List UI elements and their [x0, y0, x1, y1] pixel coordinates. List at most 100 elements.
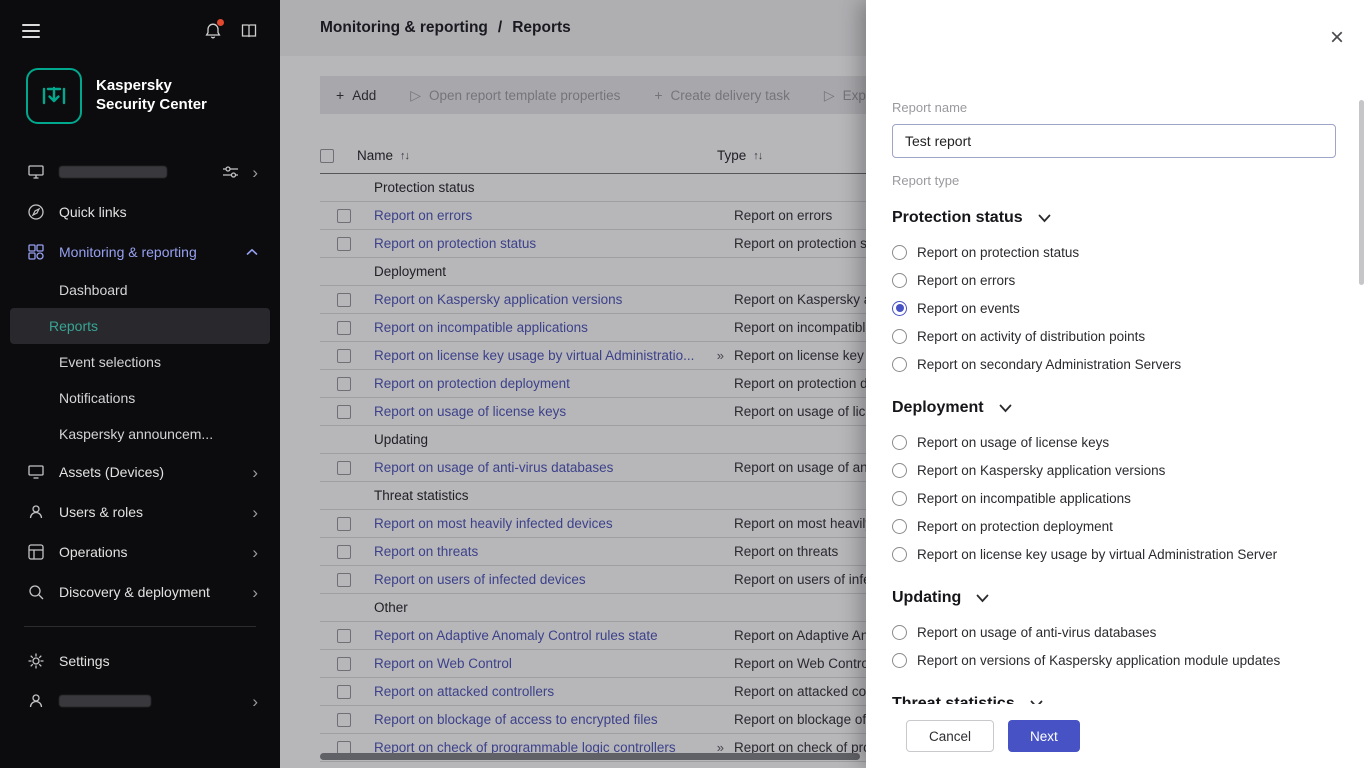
- kaspersky-logo-icon: [26, 68, 82, 124]
- option-label: Report on usage of license keys: [917, 435, 1109, 450]
- sidebar-item-label: Users & roles: [59, 504, 143, 520]
- sidebar-item-quick-links[interactable]: Quick links: [0, 192, 280, 232]
- sliders-icon[interactable]: [220, 164, 240, 180]
- sidebar-item-label: Quick links: [59, 204, 127, 220]
- app-logo: Kaspersky Security Center: [0, 42, 280, 134]
- notifications-bell-icon[interactable]: [204, 22, 222, 40]
- report-type-option[interactable]: Report on protection status: [892, 238, 1336, 266]
- radio-button[interactable]: [892, 491, 907, 506]
- radio-button[interactable]: [892, 653, 907, 668]
- report-type-option[interactable]: Report on incompatible applications: [892, 484, 1336, 512]
- radio-button[interactable]: [892, 273, 907, 288]
- notification-dot: [217, 19, 224, 26]
- monitoring-submenu: Dashboard Reports Event selections Notif…: [0, 272, 280, 452]
- sidebar-item-settings[interactable]: Settings: [0, 641, 280, 681]
- radio-button[interactable]: [892, 245, 907, 260]
- option-label: Report on secondary Administration Serve…: [917, 357, 1181, 372]
- report-type-section-header[interactable]: Updating: [892, 589, 1336, 607]
- report-type-option[interactable]: Report on usage of anti-virus databases: [892, 618, 1336, 646]
- logo-title: Kaspersky: [96, 77, 207, 96]
- report-type-option[interactable]: Report on activity of distribution point…: [892, 322, 1336, 350]
- option-label: Report on incompatible applications: [917, 491, 1131, 506]
- sidebar-item-dashboard[interactable]: Dashboard: [10, 272, 270, 308]
- gear-icon: [26, 652, 46, 670]
- report-type-option[interactable]: Report on license key usage by virtual A…: [892, 540, 1336, 568]
- monitoring-reporting-icon: [26, 243, 46, 261]
- users-icon: [26, 503, 46, 521]
- next-button[interactable]: Next: [1008, 720, 1080, 752]
- section-title: Threat statistics: [892, 695, 1015, 704]
- sidebar-divider: [24, 626, 256, 627]
- sidebar-item-kaspersky-announcements[interactable]: Kaspersky announcem...: [10, 416, 270, 452]
- sidebar-item-event-selections[interactable]: Event selections: [10, 344, 270, 380]
- user-icon: [26, 692, 46, 710]
- chevron-right-icon: ›: [252, 464, 258, 481]
- option-label: Report on events: [917, 301, 1020, 316]
- sidebar-item-label: Assets (Devices): [59, 464, 164, 480]
- option-label: Report on versions of Kaspersky applicat…: [917, 653, 1280, 668]
- radio-button[interactable]: [892, 625, 907, 640]
- sidebar-item-monitoring-reporting[interactable]: Monitoring & reporting: [0, 232, 280, 272]
- report-type-option[interactable]: Report on secondary Administration Serve…: [892, 350, 1336, 378]
- report-type-label: Report type: [892, 173, 1336, 188]
- radio-button[interactable]: [892, 463, 907, 478]
- chevron-right-icon: ›: [252, 544, 258, 561]
- chevron-down-icon: [1038, 214, 1051, 223]
- new-report-panel: × Report name Report type Protection sta…: [866, 0, 1366, 768]
- option-label: Report on activity of distribution point…: [917, 329, 1145, 344]
- sidebar: Kaspersky Security Center ›: [0, 0, 280, 768]
- sidebar-item-label: Discovery & deployment: [59, 584, 210, 600]
- sidebar-item-discovery-deployment[interactable]: Discovery & deployment ›: [0, 572, 280, 612]
- option-label: Report on license key usage by virtual A…: [917, 547, 1277, 562]
- sidebar-item-reports[interactable]: Reports: [10, 308, 270, 344]
- section-title: Deployment: [892, 399, 984, 417]
- report-type-option[interactable]: Report on usage of license keys: [892, 428, 1336, 456]
- option-label: Report on Kaspersky application versions: [917, 463, 1165, 478]
- panel-scrollbar[interactable]: [1359, 100, 1364, 285]
- redacted-user-name: [59, 695, 151, 707]
- close-icon[interactable]: ×: [1330, 26, 1344, 50]
- report-type-option[interactable]: Report on errors: [892, 266, 1336, 294]
- report-type-option[interactable]: Report on protection deployment: [892, 512, 1336, 540]
- panel-footer: Cancel Next: [866, 704, 1366, 768]
- chevron-right-icon: ›: [252, 504, 258, 521]
- devices-icon: [26, 463, 46, 481]
- report-name-input[interactable]: [892, 124, 1336, 158]
- sidebar-item-label: Settings: [59, 653, 110, 669]
- quick-links-icon: [26, 203, 46, 221]
- chevron-right-icon: ›: [252, 693, 258, 710]
- report-type-section-header[interactable]: Protection status: [892, 209, 1336, 227]
- logo-subtitle: Security Center: [96, 96, 207, 115]
- report-type-sections: Protection status Report on protection st…: [892, 209, 1336, 704]
- panel-body: Report name Report type Protection statu…: [892, 100, 1336, 704]
- radio-button[interactable]: [892, 329, 907, 344]
- chevron-down-icon: [999, 404, 1012, 413]
- radio-button[interactable]: [892, 519, 907, 534]
- search-icon: [26, 583, 46, 601]
- radio-button[interactable]: [892, 547, 907, 562]
- sidebar-item-server[interactable]: ›: [0, 152, 280, 192]
- report-type-option[interactable]: Report on events: [892, 294, 1336, 322]
- report-type-option[interactable]: Report on versions of Kaspersky applicat…: [892, 646, 1336, 674]
- report-type-section-header[interactable]: Deployment: [892, 399, 1336, 417]
- sidebar-item-users-roles[interactable]: Users & roles ›: [0, 492, 280, 532]
- report-type-option[interactable]: Report on Kaspersky application versions: [892, 456, 1336, 484]
- report-type-section-header[interactable]: Threat statistics: [892, 695, 1336, 704]
- sidebar-item-current-user[interactable]: ›: [0, 681, 280, 721]
- report-name-label: Report name: [892, 100, 1336, 115]
- radio-button[interactable]: [892, 435, 907, 450]
- chevron-right-icon: ›: [252, 584, 258, 601]
- sidebar-item-label: Monitoring & reporting: [59, 244, 197, 260]
- radio-button[interactable]: [892, 357, 907, 372]
- sidebar-item-operations[interactable]: Operations ›: [0, 532, 280, 572]
- sidebar-item-assets-devices[interactable]: Assets (Devices) ›: [0, 452, 280, 492]
- help-book-icon[interactable]: [240, 22, 258, 40]
- chevron-right-icon: ›: [252, 164, 258, 181]
- sidebar-item-notifications[interactable]: Notifications: [10, 380, 270, 416]
- cancel-button[interactable]: Cancel: [906, 720, 994, 752]
- operations-icon: [26, 543, 46, 561]
- option-label: Report on usage of anti-virus databases: [917, 625, 1156, 640]
- radio-button[interactable]: [892, 301, 907, 316]
- menu-toggle-icon[interactable]: [22, 20, 40, 42]
- redacted-server-name: [59, 166, 167, 178]
